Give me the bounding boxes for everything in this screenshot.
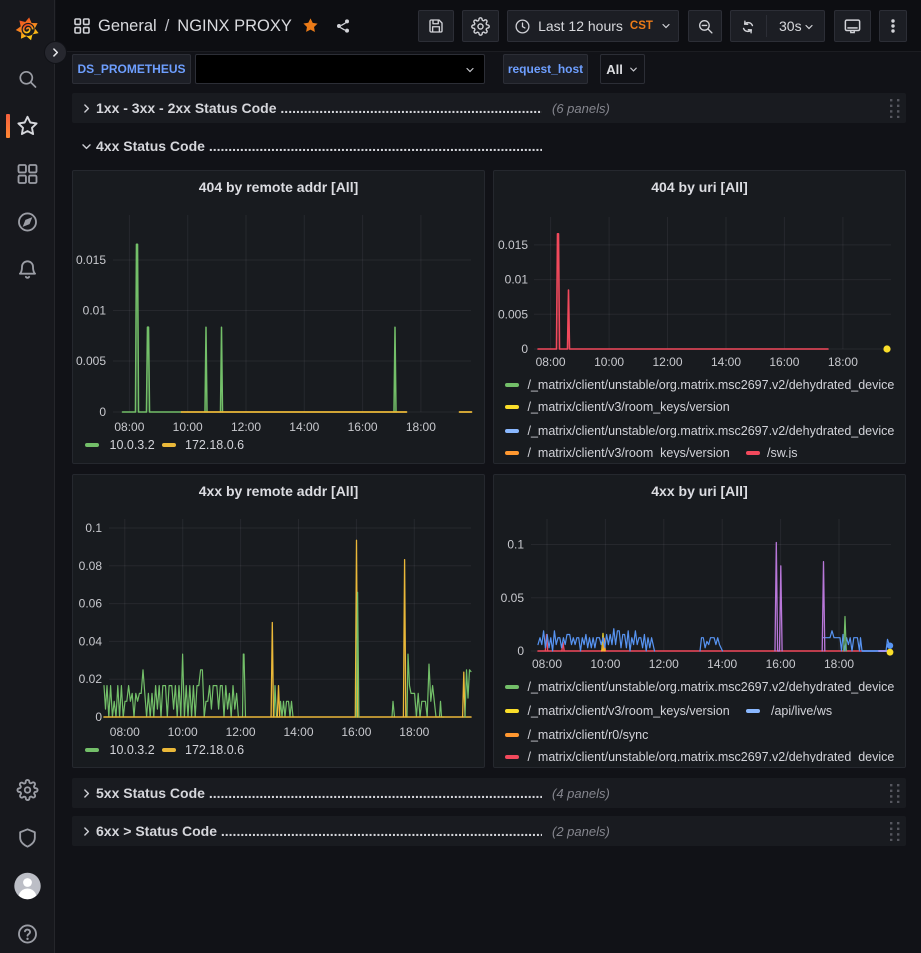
svg-text:/_matrix/client/unstable/org.m: /_matrix/client/unstable/org.matrix.msc2… [528, 424, 895, 438]
svg-text:16:00: 16:00 [348, 420, 378, 434]
svg-text:16:00: 16:00 [766, 657, 796, 671]
svg-text:172.18.0.6: 172.18.0.6 [185, 438, 244, 452]
svg-text:12:00: 12:00 [231, 420, 261, 434]
svg-text:16:00: 16:00 [769, 355, 799, 369]
svg-text:08:00: 08:00 [532, 657, 562, 671]
svg-text:10:00: 10:00 [590, 657, 620, 671]
svg-text:/sw.js: /sw.js [767, 446, 798, 458]
svg-text:18:00: 18:00 [828, 355, 858, 369]
svg-text:10:00: 10:00 [594, 355, 624, 369]
svg-text:0.08: 0.08 [79, 559, 103, 573]
svg-text:10:00: 10:00 [173, 420, 203, 434]
svg-text:/_matrix/client/v3/room_keys/v: /_matrix/client/v3/room_keys/version [528, 704, 730, 718]
svg-text:/_matrix/client/unstable/org.m: /_matrix/client/unstable/org.matrix.msc2… [528, 680, 895, 694]
svg-text:/_matrix/client/v3/room_keys/v: /_matrix/client/v3/room_keys/version [528, 446, 730, 458]
svg-text:/api/live/ws: /api/live/ws [771, 704, 832, 718]
svg-text:0.04: 0.04 [79, 634, 103, 648]
svg-text:12:00: 12:00 [652, 355, 682, 369]
svg-text:14:00: 14:00 [289, 420, 319, 434]
svg-text:14:00: 14:00 [711, 355, 741, 369]
svg-text:0.005: 0.005 [498, 307, 528, 321]
svg-text:/_matrix/client/v3/room_keys/v: /_matrix/client/v3/room_keys/version [528, 400, 730, 414]
svg-text:18:00: 18:00 [824, 657, 854, 671]
svg-text:16:00: 16:00 [341, 725, 371, 739]
svg-text:0.1: 0.1 [507, 538, 524, 552]
svg-text:172.18.0.6: 172.18.0.6 [185, 743, 244, 757]
svg-text:14:00: 14:00 [283, 725, 313, 739]
svg-text:0.01: 0.01 [505, 273, 529, 287]
svg-text:14:00: 14:00 [707, 657, 737, 671]
svg-text:0: 0 [99, 405, 106, 419]
svg-text:08:00: 08:00 [536, 355, 566, 369]
svg-text:08:00: 08:00 [110, 725, 140, 739]
svg-text:0: 0 [95, 710, 102, 724]
svg-text:0: 0 [521, 342, 528, 356]
svg-text:10.0.3.2: 10.0.3.2 [110, 743, 155, 757]
svg-text:10.0.3.2: 10.0.3.2 [110, 438, 155, 452]
svg-text:0: 0 [517, 644, 524, 658]
svg-text:/_matrix/client/r0/sync: /_matrix/client/r0/sync [528, 728, 649, 742]
svg-text:/_matrix/client/unstable/org.m: /_matrix/client/unstable/org.matrix.msc2… [528, 750, 895, 762]
svg-text:0.1: 0.1 [85, 521, 102, 535]
svg-text:0.015: 0.015 [498, 238, 528, 252]
svg-text:/_matrix/client/unstable/org.m: /_matrix/client/unstable/org.matrix.msc2… [528, 378, 895, 392]
svg-text:0.02: 0.02 [79, 672, 103, 686]
svg-text:12:00: 12:00 [649, 657, 679, 671]
svg-text:08:00: 08:00 [114, 420, 144, 434]
svg-text:10:00: 10:00 [168, 725, 198, 739]
svg-text:0.05: 0.05 [501, 591, 525, 605]
svg-text:0.06: 0.06 [79, 597, 103, 611]
svg-text:12:00: 12:00 [226, 725, 256, 739]
svg-text:18:00: 18:00 [406, 420, 436, 434]
svg-text:18:00: 18:00 [399, 725, 429, 739]
svg-text:0.005: 0.005 [76, 354, 106, 368]
svg-text:0.01: 0.01 [83, 304, 107, 318]
svg-text:0.015: 0.015 [76, 253, 106, 267]
